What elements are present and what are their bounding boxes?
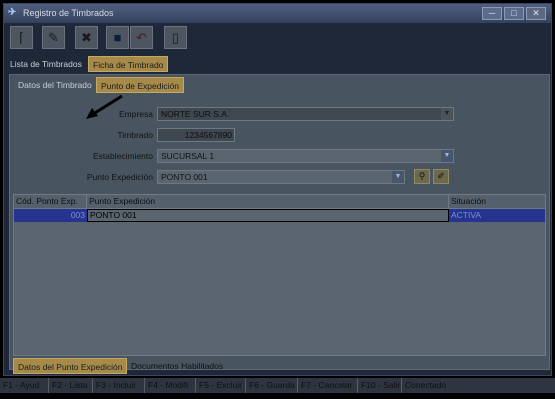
empresa-select[interactable]: NORTE SUR S.A. ▼ [157, 107, 454, 121]
punto-expedicion-value: PONTO 001 [161, 172, 208, 182]
search-button[interactable]: ⚲ [414, 169, 430, 184]
toolbar: ⌈ ✎ ✖ ■ ↶ ▯ [6, 26, 187, 52]
col-punto-expedicion[interactable]: Punto Expedición [87, 195, 449, 208]
window-title: Registro de Timbrados [23, 8, 114, 18]
establecimiento-value: SUCURSAL 1 [161, 151, 215, 161]
status-f3: F3 - Incluir [93, 378, 145, 393]
connection-status: Conectado [405, 380, 447, 390]
undo-icon: ↶ [136, 30, 147, 45]
app-icon: ✈ [8, 7, 17, 18]
timbrado-field[interactable]: 1234567890 [157, 128, 235, 142]
status-f6: F6 - Guarda [246, 378, 298, 393]
pencil-icon: ✐ [437, 171, 445, 181]
tab-documentos-habilitados[interactable]: Documentos Habilitados [127, 358, 227, 374]
save-button[interactable]: ■ [106, 26, 129, 49]
main-window: ✈ Registro de Timbrados ─ □ ✕ ⌈ ✎ ✖ ■ ↶ … [3, 3, 552, 376]
minimize-button[interactable]: ─ [482, 7, 502, 20]
sub-tabs: Datos del Timbrado Punto de Expedición [12, 77, 547, 93]
punto-expedicion-table: Cód. Ponto Exp. Punto Expedición Situaci… [13, 194, 546, 356]
close-button[interactable]: ✕ [526, 7, 546, 20]
save-icon: ■ [113, 30, 122, 45]
status-f10: F10 - Salir [358, 378, 402, 393]
edit-punto-button[interactable]: ✐ [433, 169, 449, 184]
tab-ficha-de-timbrado[interactable]: Ficha de Timbrado [88, 56, 169, 72]
punto-expedicion-label: Punto Expedición [86, 172, 153, 182]
bottom-tabs: Datos del Punto Expedición Documentos Ha… [13, 358, 546, 374]
tab-lista-de-timbrados[interactable]: Lista de Timbrados [6, 56, 86, 72]
delete-button[interactable]: ✖ [75, 26, 98, 49]
tab-datos-del-timbrado[interactable]: Datos del Timbrado [14, 77, 96, 93]
status-f2: F2 - Lista [49, 378, 93, 393]
status-f7: F7 - Cancelar [298, 378, 358, 393]
row-name[interactable]: PONTO 001 [87, 209, 449, 222]
chevron-down-icon[interactable]: ▼ [441, 150, 453, 162]
tab-datos-del-punto-expedicion[interactable]: Datos del Punto Expedición [13, 358, 128, 374]
row-status: ACTIVA [451, 210, 482, 220]
edit-icon: ✎ [48, 30, 59, 45]
status-f4: F4 - Modifi [145, 378, 196, 393]
status-bar: F1 - Ayud F2 - Lista F3 - Incluir F4 - M… [0, 378, 555, 393]
exit-icon: ▯ [171, 30, 180, 45]
table-row[interactable]: 003 PONTO 001 ACTIVA [14, 209, 545, 222]
punto-expedicion-select[interactable]: PONTO 001 ▼ [157, 170, 405, 184]
new-button[interactable]: ⌈ [10, 26, 33, 49]
empresa-value: NORTE SUR S.A. [161, 109, 230, 119]
delete-icon: ✖ [81, 30, 92, 45]
timbrado-label: Timbrado [117, 130, 153, 140]
tab-punto-de-expedicion[interactable]: Punto de Expedición [96, 77, 184, 93]
maximize-button[interactable]: □ [504, 7, 524, 20]
exit-button[interactable]: ▯ [164, 26, 187, 49]
table-header: Cód. Ponto Exp. Punto Expedición Situaci… [14, 195, 545, 209]
new-icon: ⌈ [18, 30, 25, 45]
title-bar: ✈ Registro de Timbrados ─ □ ✕ [4, 4, 551, 23]
establecimiento-label: Establecimiento [92, 151, 153, 161]
chevron-down-icon[interactable]: ▼ [441, 108, 453, 120]
edit-button[interactable]: ✎ [42, 26, 65, 49]
undo-button[interactable]: ↶ [130, 26, 153, 49]
flashlight-icon: ⚲ [418, 171, 426, 181]
status-f1: F1 - Ayud [0, 378, 49, 393]
status-f5: F5 - Excluir [196, 378, 246, 393]
col-situacion[interactable]: Situación [449, 195, 545, 208]
establecimiento-select[interactable]: SUCURSAL 1 ▼ [157, 149, 454, 163]
main-tabs: Lista de Timbrados Ficha de Timbrado [6, 56, 549, 72]
col-cod-ponto-exp[interactable]: Cód. Ponto Exp. [14, 195, 87, 208]
chevron-down-icon[interactable]: ▼ [392, 171, 404, 183]
annotation-arrow-icon [86, 94, 123, 119]
row-code: 003 [70, 210, 85, 220]
